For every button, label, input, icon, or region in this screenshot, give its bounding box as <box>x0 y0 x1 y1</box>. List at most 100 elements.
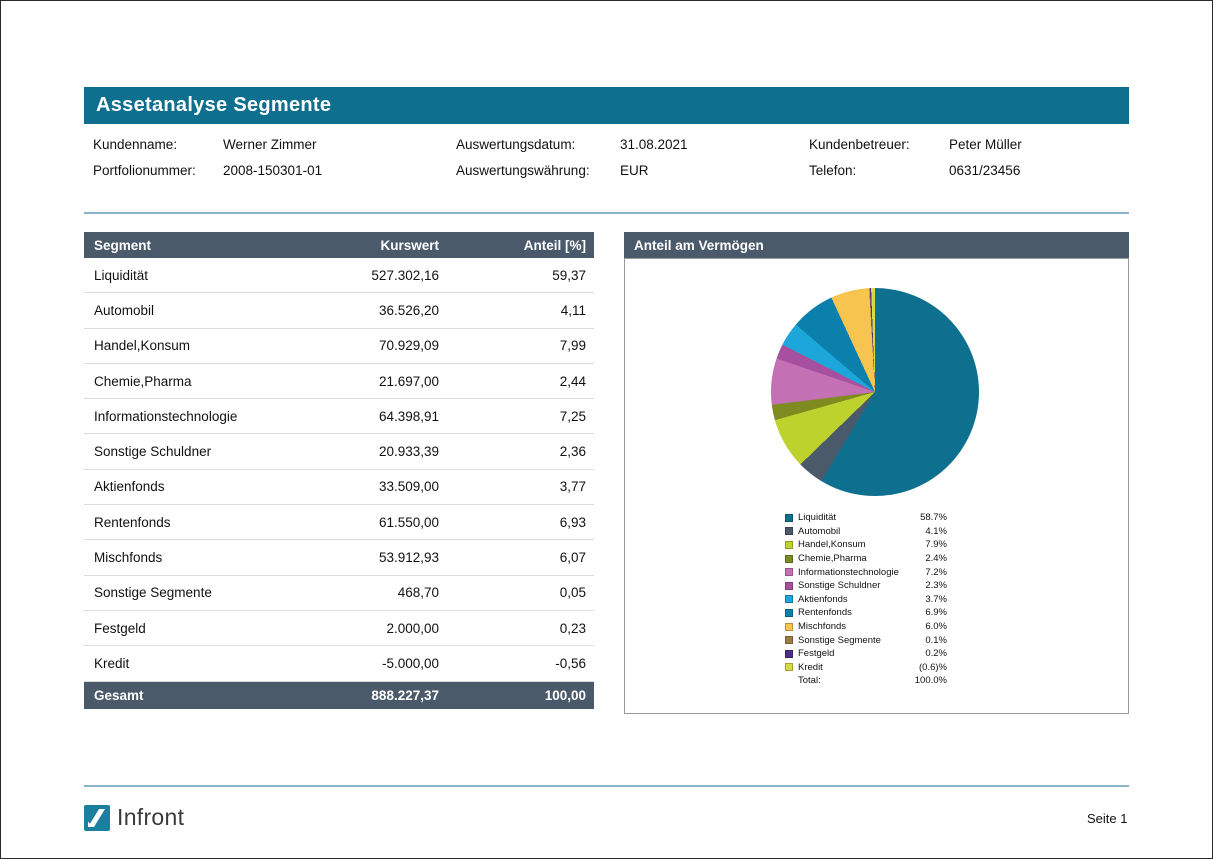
legend-item: Kredit(0.6)% <box>785 661 947 675</box>
legend-item: Aktienfonds3.7% <box>785 593 947 607</box>
legend-label: Aktienfonds <box>798 594 925 605</box>
chart-panel-title: Anteil am Vermögen <box>634 238 764 253</box>
segment-cell: Sonstige Segmente <box>84 585 329 600</box>
legend-swatch <box>785 555 793 563</box>
telefon-label: Telefon: <box>809 163 856 178</box>
legend-label: Total: <box>798 675 915 686</box>
kurswert-cell: 53.912,93 <box>329 550 439 565</box>
table-row: Handel,Konsum70.929,097,99 <box>84 329 594 364</box>
chart-legend: Liquidität58.7%Automobil4.1%Handel,Konsu… <box>785 511 947 688</box>
legend-percent: 2.4% <box>925 553 947 564</box>
legend-swatch <box>785 663 793 671</box>
kurswert-cell: 20.933,39 <box>329 444 439 459</box>
kurswert-cell: 36.526,20 <box>329 303 439 318</box>
table-row: Kredit-5.000,00-0,56 <box>84 646 594 681</box>
legend-label: Sonstige Schuldner <box>798 580 925 591</box>
legend-swatch <box>785 527 793 535</box>
report-page: Assetanalyse Segmente Kundenname: Werner… <box>0 0 1213 859</box>
header-anteil: Anteil [%] <box>439 238 594 253</box>
kundenbetreuer-label: Kundenbetreuer: <box>809 137 910 152</box>
legend-item: Liquidität58.7% <box>785 511 947 525</box>
anteil-cell: 4,11 <box>439 303 594 318</box>
legend-item: Chemie,Pharma2.4% <box>785 552 947 566</box>
table-row: Sonstige Segmente468,700,05 <box>84 576 594 611</box>
table-body: Liquidität527.302,1659,37Automobil36.526… <box>84 258 594 682</box>
anteil-cell: 2,44 <box>439 374 594 389</box>
kurswert-cell: 61.550,00 <box>329 515 439 530</box>
infront-logo: Infront <box>84 804 184 831</box>
legend-item: Handel,Konsum7.9% <box>785 538 947 552</box>
page-title: Assetanalyse Segmente <box>96 94 331 117</box>
anteil-cell: 3,77 <box>439 479 594 494</box>
legend-label: Liquidität <box>798 512 920 523</box>
table-row: Liquidität527.302,1659,37 <box>84 258 594 293</box>
segment-cell: Aktienfonds <box>84 479 329 494</box>
kurswert-cell: 33.509,00 <box>329 479 439 494</box>
legend-swatch <box>785 514 793 522</box>
segment-cell: Mischfonds <box>84 550 329 565</box>
anteil-cell: 2,36 <box>439 444 594 459</box>
legend-swatch <box>785 623 793 631</box>
auswertungswaehrung-value: EUR <box>620 163 649 178</box>
header-segment: Segment <box>84 238 329 253</box>
auswertungswaehrung-label: Auswertungswährung: <box>456 163 590 178</box>
kurswert-cell: 21.697,00 <box>329 374 439 389</box>
legend-item: Festgeld0.2% <box>785 647 947 661</box>
segment-cell: Festgeld <box>84 621 329 636</box>
legend-percent: 0.2% <box>925 648 947 659</box>
legend-percent: 3.7% <box>925 594 947 605</box>
legend-item: Informationstechnologie7.2% <box>785 565 947 579</box>
chart-panel-header: Anteil am Vermögen <box>624 232 1129 258</box>
pie-chart <box>771 288 979 496</box>
legend-swatch <box>785 568 793 576</box>
kundenbetreuer-value: Peter Müller <box>949 137 1022 152</box>
legend-percent: 58.7% <box>920 512 947 523</box>
auswertungsdatum-value: 31.08.2021 <box>620 137 688 152</box>
legend-swatch <box>785 582 793 590</box>
anteil-cell: 7,25 <box>439 409 594 424</box>
legend-percent: 4.1% <box>925 526 947 537</box>
legend-label: Informationstechnologie <box>798 567 925 578</box>
segment-cell: Handel,Konsum <box>84 338 329 353</box>
legend-item: Rentenfonds6.9% <box>785 606 947 620</box>
segment-cell: Rentenfonds <box>84 515 329 530</box>
kurswert-cell: 64.398,91 <box>329 409 439 424</box>
auswertungsdatum-label: Auswertungsdatum: <box>456 137 575 152</box>
legend-percent: 100.0% <box>915 675 947 686</box>
legend-percent: 6.9% <box>925 607 947 618</box>
legend-swatch <box>785 541 793 549</box>
footer-anteil: 100,00 <box>439 688 594 703</box>
segment-cell: Liquidität <box>84 268 329 283</box>
segment-cell: Informationstechnologie <box>84 409 329 424</box>
table-row: Chemie,Pharma21.697,002,44 <box>84 364 594 399</box>
legend-percent: 0.1% <box>925 635 947 646</box>
table-row: Mischfonds53.912,936,07 <box>84 540 594 575</box>
anteil-cell: 59,37 <box>439 268 594 283</box>
logo-text: Infront <box>117 804 184 831</box>
anteil-cell: 6,93 <box>439 515 594 530</box>
infront-logo-icon <box>84 805 110 831</box>
legend-swatch <box>785 636 793 644</box>
page-number: Seite 1 <box>1087 811 1127 826</box>
footer-kurswert: 888.227,37 <box>329 688 439 703</box>
kurswert-cell: 70.929,09 <box>329 338 439 353</box>
table-row: Informationstechnologie64.398,917,25 <box>84 399 594 434</box>
table-header-row: Segment Kurswert Anteil [%] <box>84 232 594 258</box>
segment-table: Segment Kurswert Anteil [%] Liquidität52… <box>84 232 594 709</box>
kurswert-cell: 468,70 <box>329 585 439 600</box>
legend-label: Rentenfonds <box>798 607 925 618</box>
legend-item: Automobil4.1% <box>785 525 947 539</box>
legend-swatch <box>785 650 793 658</box>
legend-label: Mischfonds <box>798 621 925 632</box>
header-kurswert: Kurswert <box>329 238 439 253</box>
anteil-cell: 0,05 <box>439 585 594 600</box>
legend-label: Automobil <box>798 526 925 537</box>
table-row: Aktienfonds33.509,003,77 <box>84 470 594 505</box>
legend-swatch <box>785 609 793 617</box>
legend-label: Sonstige Segmente <box>798 635 925 646</box>
legend-percent: 6.0% <box>925 621 947 632</box>
telefon-value: 0631/23456 <box>949 163 1020 178</box>
kurswert-cell: 2.000,00 <box>329 621 439 636</box>
footer-segment: Gesamt <box>84 688 329 703</box>
kurswert-cell: 527.302,16 <box>329 268 439 283</box>
